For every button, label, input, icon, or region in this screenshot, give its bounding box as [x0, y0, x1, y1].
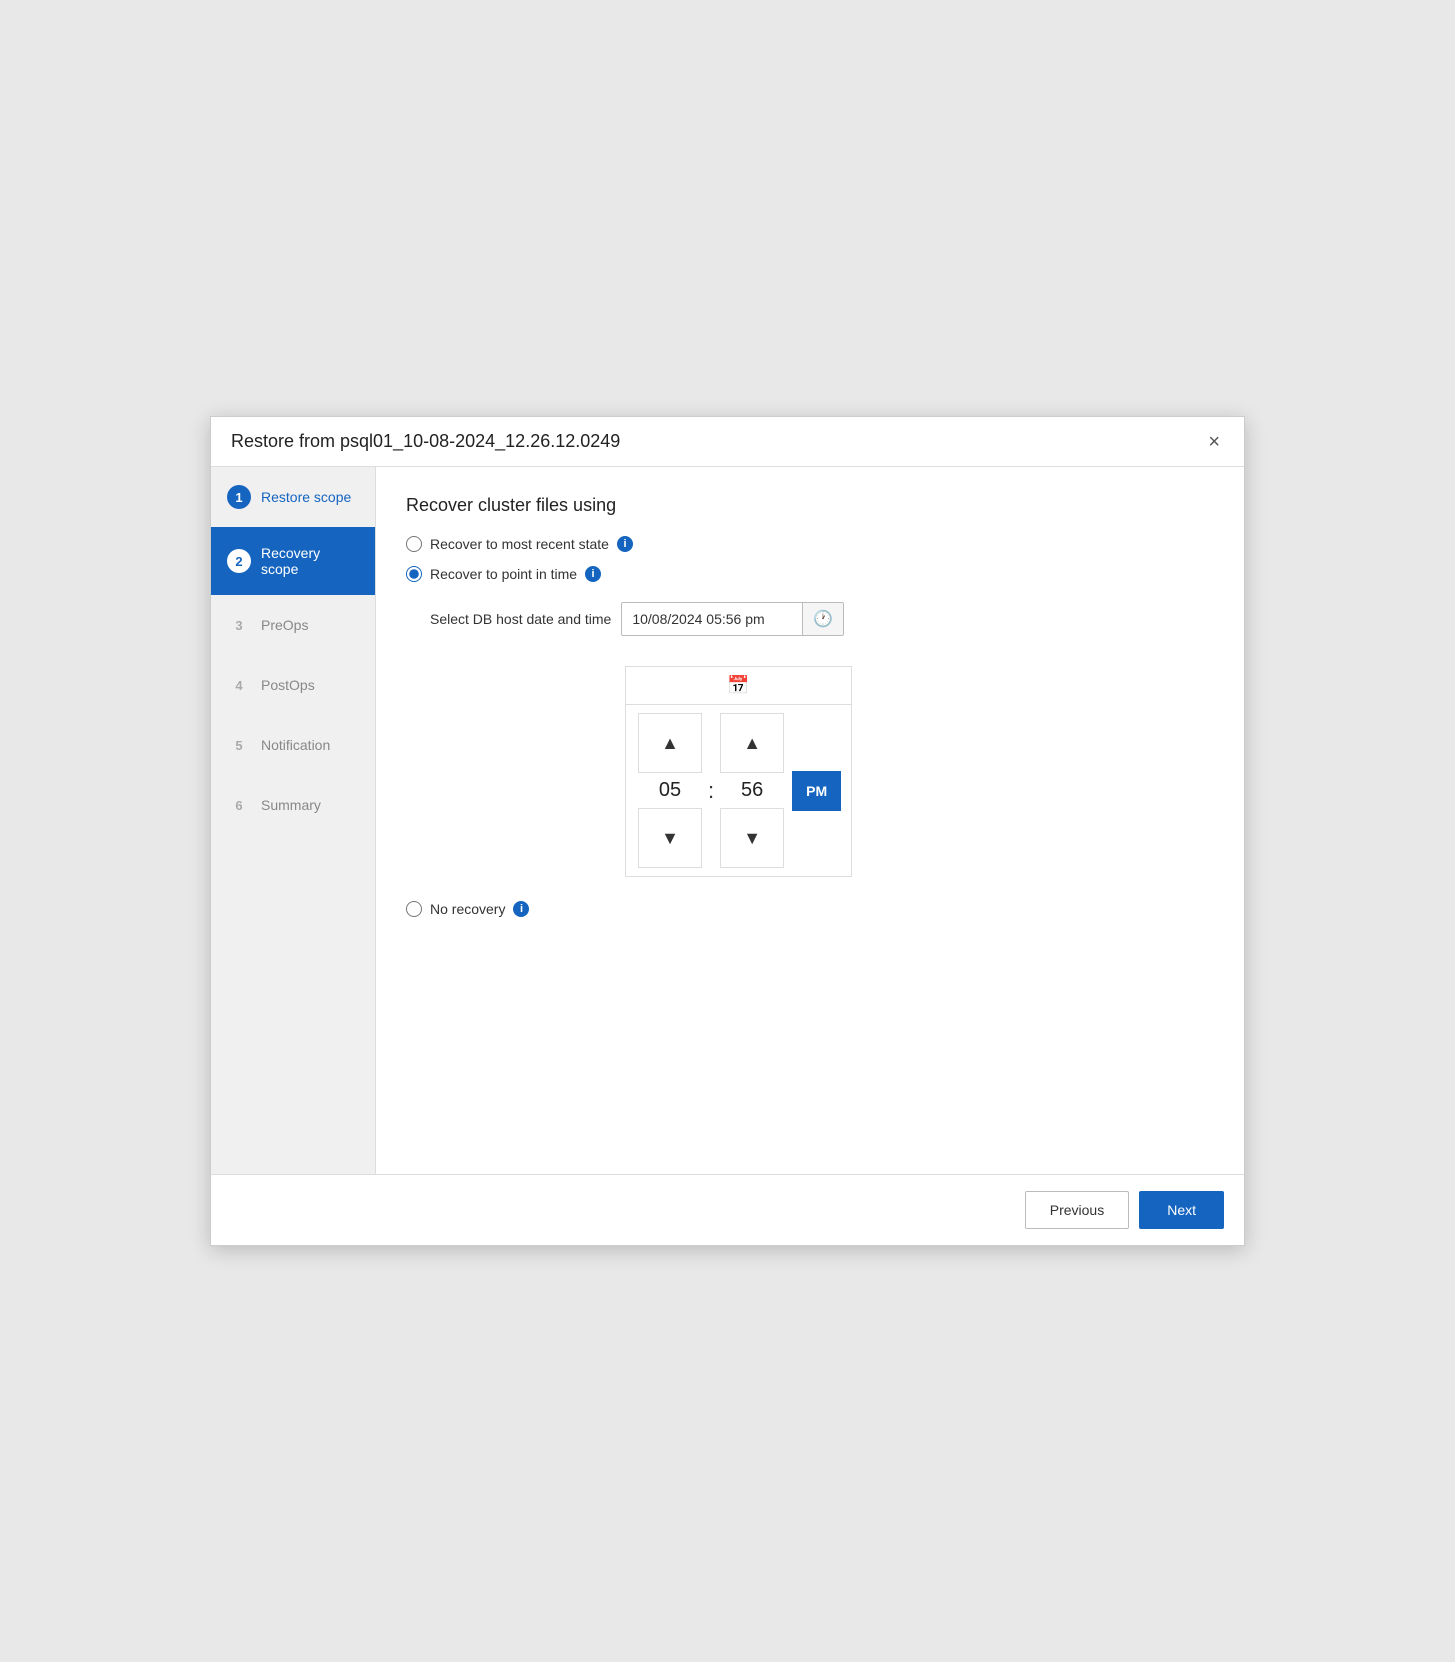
minutes-value: 56 [720, 775, 784, 806]
sidebar-label-postops: PostOps [261, 677, 315, 693]
next-button[interactable]: Next [1139, 1191, 1224, 1229]
sidebar-label-summary: Summary [261, 797, 321, 813]
datetime-input[interactable] [622, 605, 802, 633]
sidebar-label-restore-scope: Restore scope [261, 489, 351, 505]
dialog-header: Restore from psql01_10-08-2024_12.26.12.… [211, 417, 1244, 467]
step-num-1: 1 [227, 485, 251, 509]
info-icon-no-recovery[interactable]: i [513, 901, 529, 917]
step-num-4: 4 [227, 673, 251, 697]
sidebar-item-preops[interactable]: 3 PreOps [211, 595, 375, 655]
dialog-title: Restore from psql01_10-08-2024_12.26.12.… [231, 431, 620, 452]
radio-point-in-time[interactable] [406, 566, 422, 582]
sidebar: 1 Restore scope 2 Recovery scope 3 PreOp… [211, 467, 376, 1174]
dialog-footer: Previous Next [211, 1174, 1244, 1245]
clock-button[interactable]: 🕐 [802, 603, 843, 635]
sidebar-label-recovery-scope: Recovery scope [261, 545, 359, 577]
radio-row-no-recovery: No recovery i [406, 901, 1214, 917]
radio-most-recent[interactable] [406, 536, 422, 552]
minutes-column: ▲ 56 ▼ [718, 711, 786, 870]
sidebar-label-notification: Notification [261, 737, 330, 753]
datetime-label: Select DB host date and time [430, 611, 611, 627]
radio-label-point-in-time: Recover to point in time [430, 566, 577, 582]
section-title: Recover cluster files using [406, 495, 1214, 516]
sidebar-item-postops[interactable]: 4 PostOps [211, 655, 375, 715]
hours-column: ▲ 05 ▼ [636, 711, 704, 870]
restore-dialog: Restore from psql01_10-08-2024_12.26.12.… [210, 416, 1245, 1246]
radio-label-no-recovery: No recovery [430, 901, 505, 917]
minutes-down-button[interactable]: ▼ [720, 808, 784, 868]
radio-label-most-recent: Recover to most recent state [430, 536, 609, 552]
info-icon-point-in-time[interactable]: i [585, 566, 601, 582]
previous-button[interactable]: Previous [1025, 1191, 1129, 1229]
hours-value: 05 [638, 775, 702, 806]
dialog-body: 1 Restore scope 2 Recovery scope 3 PreOp… [211, 467, 1244, 1174]
close-button[interactable]: × [1204, 432, 1224, 452]
hours-down-button[interactable]: ▼ [638, 808, 702, 868]
time-picker-inner: ▲ 05 ▼ : ▲ 56 ▼ [626, 705, 851, 876]
info-icon-most-recent[interactable]: i [617, 536, 633, 552]
time-picker-container: 📅 ▲ 05 ▼ : [601, 656, 1214, 877]
radio-row-most-recent: Recover to most recent state i [406, 536, 1214, 552]
calendar-row: 📅 [626, 667, 851, 705]
step-num-3: 3 [227, 613, 251, 637]
step-num-2: 2 [227, 549, 251, 573]
datetime-row: Select DB host date and time 🕐 [430, 602, 1214, 636]
datetime-input-wrapper: 🕐 [621, 602, 844, 636]
sidebar-item-notification[interactable]: 5 Notification [211, 715, 375, 775]
time-picker: 📅 ▲ 05 ▼ : [625, 666, 852, 877]
step-num-5: 5 [227, 733, 251, 757]
radio-row-point-in-time: Recover to point in time i [406, 566, 1214, 582]
main-content: Recover cluster files using Recover to m… [376, 467, 1244, 1174]
radio-group: Recover to most recent state i Recover t… [406, 536, 1214, 917]
sidebar-item-recovery-scope[interactable]: 2 Recovery scope [211, 527, 375, 595]
time-separator: : [704, 778, 718, 804]
radio-no-recovery[interactable] [406, 901, 422, 917]
minutes-up-button[interactable]: ▲ [720, 713, 784, 773]
hours-up-button[interactable]: ▲ [638, 713, 702, 773]
sidebar-item-summary[interactable]: 6 Summary [211, 775, 375, 835]
sidebar-label-preops: PreOps [261, 617, 308, 633]
calendar-button[interactable]: 📅 [727, 675, 749, 696]
sidebar-item-restore-scope[interactable]: 1 Restore scope [211, 467, 375, 527]
ampm-button[interactable]: PM [792, 771, 841, 811]
step-num-6: 6 [227, 793, 251, 817]
